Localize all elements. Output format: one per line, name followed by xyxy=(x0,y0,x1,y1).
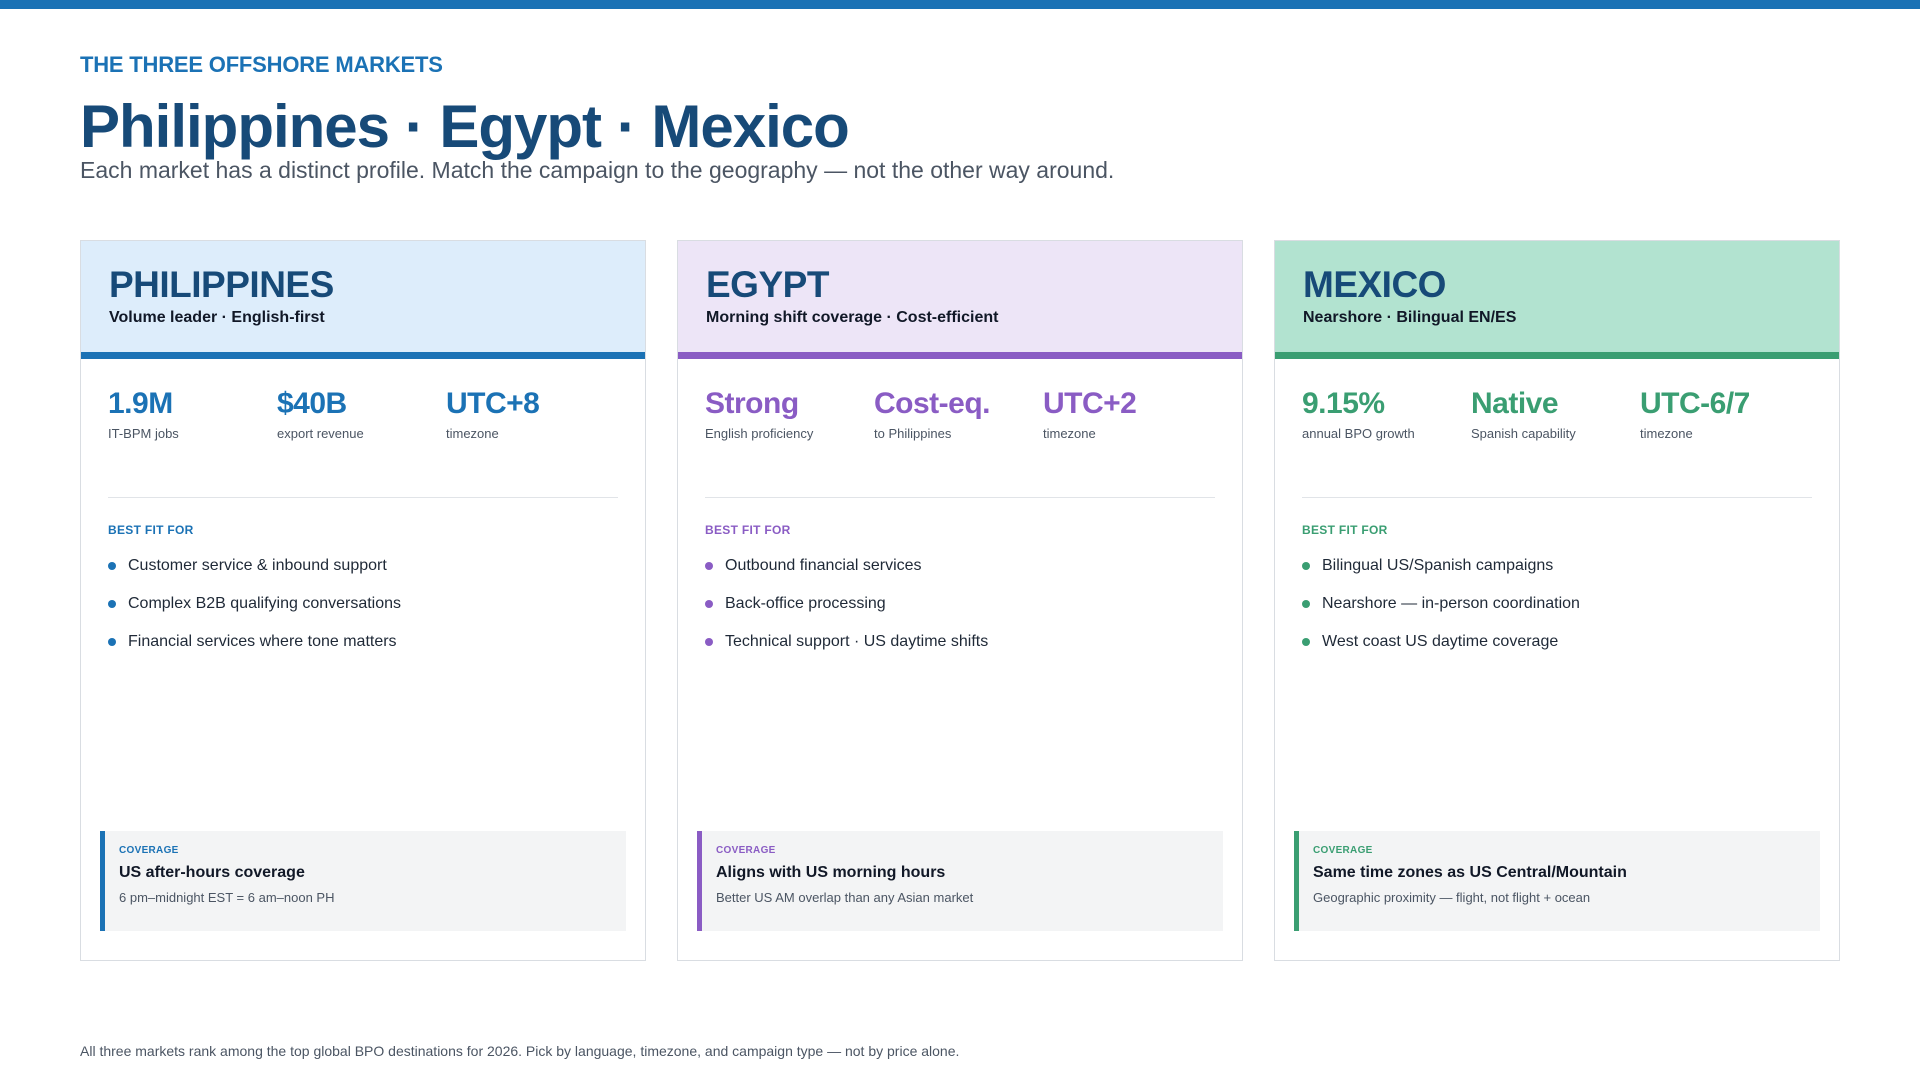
coverage-label: COVERAGE xyxy=(716,845,776,856)
bullet-dot-icon xyxy=(108,638,116,646)
best-fit-title: BEST FIT FOR xyxy=(705,523,791,537)
bullet-dot-icon xyxy=(705,562,713,570)
list-item-text: Technical support · US daytime shifts xyxy=(725,633,989,650)
bullet-dot-icon xyxy=(1302,638,1310,646)
list-item: Nearshore — in-person coordination xyxy=(1302,585,1580,623)
stat: Native Spanish capability xyxy=(1471,387,1640,441)
stat-label: export revenue xyxy=(277,426,364,441)
coverage-label: COVERAGE xyxy=(119,845,179,856)
best-fit-list: Bilingual US/Spanish campaigns Nearshore… xyxy=(1302,547,1580,661)
list-item-text: Outbound financial services xyxy=(725,557,922,574)
coverage-title: Same time zones as US Central/Mountain xyxy=(1313,864,1627,881)
card-header: PHILIPPINES Volume leader · English-firs… xyxy=(81,241,645,359)
list-item: Customer service & inbound support xyxy=(108,547,401,585)
bullet-dot-icon xyxy=(1302,600,1310,608)
list-item: Outbound financial services xyxy=(705,547,988,585)
list-item-text: Back-office processing xyxy=(725,595,886,612)
divider xyxy=(705,497,1215,498)
coverage-callout: COVERAGE Same time zones as US Central/M… xyxy=(1294,831,1820,931)
list-item-text: Nearshore — in-person coordination xyxy=(1322,595,1580,612)
list-item-text: Bilingual US/Spanish campaigns xyxy=(1322,557,1554,574)
coverage-note: Better US AM overlap than any Asian mark… xyxy=(716,890,974,905)
list-item-text: Customer service & inbound support xyxy=(128,557,387,574)
page-subtitle: Each market has a distinct profile. Matc… xyxy=(80,157,1115,183)
best-fit-title: BEST FIT FOR xyxy=(108,523,194,537)
footer-note: All three markets rank among the top glo… xyxy=(80,1043,960,1059)
stat: $40B export revenue xyxy=(277,387,446,441)
coverage-title: US after-hours coverage xyxy=(119,864,305,881)
bullet-dot-icon xyxy=(108,600,116,608)
market-tagline: Volume leader · English-first xyxy=(109,308,325,326)
stat-value: Strong xyxy=(705,387,799,420)
bullet-dot-icon xyxy=(108,562,116,570)
stat-value: 1.9M xyxy=(108,387,173,420)
top-accent-bar xyxy=(0,0,1920,9)
stat-label: timezone xyxy=(446,426,499,441)
stats-row: 1.9M IT-BPM jobs $40B export revenue UTC… xyxy=(108,387,618,441)
stat-value: $40B xyxy=(277,387,347,420)
market-name: EGYPT xyxy=(706,264,829,305)
list-item: Financial services where tone matters xyxy=(108,623,401,661)
list-item-text: Complex B2B qualifying conversations xyxy=(128,595,402,612)
coverage-note: 6 pm–midnight EST = 6 am–noon PH xyxy=(119,890,335,905)
card-header: EGYPT Morning shift coverage · Cost-effi… xyxy=(678,241,1242,359)
list-item: West coast US daytime coverage xyxy=(1302,623,1580,661)
market-card-mexico: MEXICO Nearshore · Bilingual EN/ES 9.15%… xyxy=(1274,240,1840,961)
stat: Cost-eq. to Philippines xyxy=(874,387,1043,441)
coverage-callout: COVERAGE US after-hours coverage 6 pm–mi… xyxy=(100,831,626,931)
market-name: MEXICO xyxy=(1303,264,1446,305)
list-item: Back-office processing xyxy=(705,585,988,623)
page-title: Philippines · Egypt · Mexico xyxy=(80,93,850,160)
stat-value: Cost-eq. xyxy=(874,387,991,420)
stats-row: 9.15% annual BPO growth Native Spanish c… xyxy=(1302,387,1812,441)
stat: 1.9M IT-BPM jobs xyxy=(108,387,277,441)
stat-value: 9.15% xyxy=(1302,387,1385,420)
stat: Strong English proficiency xyxy=(705,387,874,441)
best-fit-list: Customer service & inbound support Compl… xyxy=(108,547,401,661)
stat: 9.15% annual BPO growth xyxy=(1302,387,1471,441)
list-item: Complex B2B qualifying conversations xyxy=(108,585,401,623)
market-card-philippines: PHILIPPINES Volume leader · English-firs… xyxy=(80,240,646,961)
stat-label: English proficiency xyxy=(705,426,814,441)
coverage-callout: COVERAGE Aligns with US morning hours Be… xyxy=(697,831,1223,931)
market-name: PHILIPPINES xyxy=(109,264,334,305)
stat-label: to Philippines xyxy=(874,426,952,441)
stat-value: UTC+8 xyxy=(446,387,540,420)
eyebrow-label: THE THREE OFFSHORE MARKETS xyxy=(80,52,443,77)
divider xyxy=(108,497,618,498)
stat-value: UTC+2 xyxy=(1043,387,1137,420)
divider xyxy=(1302,497,1812,498)
coverage-label: COVERAGE xyxy=(1313,845,1373,856)
best-fit-list: Outbound financial services Back-office … xyxy=(705,547,988,661)
stat-label: Spanish capability xyxy=(1471,426,1576,441)
list-item: Technical support · US daytime shifts xyxy=(705,623,988,661)
stats-row: Strong English proficiency Cost-eq. to P… xyxy=(705,387,1215,441)
list-item-text: Financial services where tone matters xyxy=(128,633,397,650)
stat-label: IT-BPM jobs xyxy=(108,426,179,441)
stat: UTC-6/7 timezone xyxy=(1640,387,1809,441)
stat-value: Native xyxy=(1471,387,1559,420)
stat-value: UTC-6/7 xyxy=(1640,387,1750,420)
market-card-egypt: EGYPT Morning shift coverage · Cost-effi… xyxy=(677,240,1243,961)
market-tagline: Morning shift coverage · Cost-efficient xyxy=(706,308,999,326)
market-cards: PHILIPPINES Volume leader · English-firs… xyxy=(80,240,1841,961)
stat-label: timezone xyxy=(1043,426,1096,441)
stat-label: annual BPO growth xyxy=(1302,426,1415,441)
stat-label: timezone xyxy=(1640,426,1693,441)
coverage-note: Geographic proximity — flight, not fligh… xyxy=(1313,890,1591,905)
stat: UTC+2 timezone xyxy=(1043,387,1212,441)
market-tagline: Nearshore · Bilingual EN/ES xyxy=(1303,308,1517,326)
bullet-dot-icon xyxy=(705,638,713,646)
best-fit-title: BEST FIT FOR xyxy=(1302,523,1388,537)
stat: UTC+8 timezone xyxy=(446,387,615,441)
list-item: Bilingual US/Spanish campaigns xyxy=(1302,547,1580,585)
bullet-dot-icon xyxy=(705,600,713,608)
list-item-text: West coast US daytime coverage xyxy=(1322,633,1559,650)
card-header: MEXICO Nearshore · Bilingual EN/ES xyxy=(1275,241,1839,359)
bullet-dot-icon xyxy=(1302,562,1310,570)
coverage-title: Aligns with US morning hours xyxy=(716,864,946,881)
